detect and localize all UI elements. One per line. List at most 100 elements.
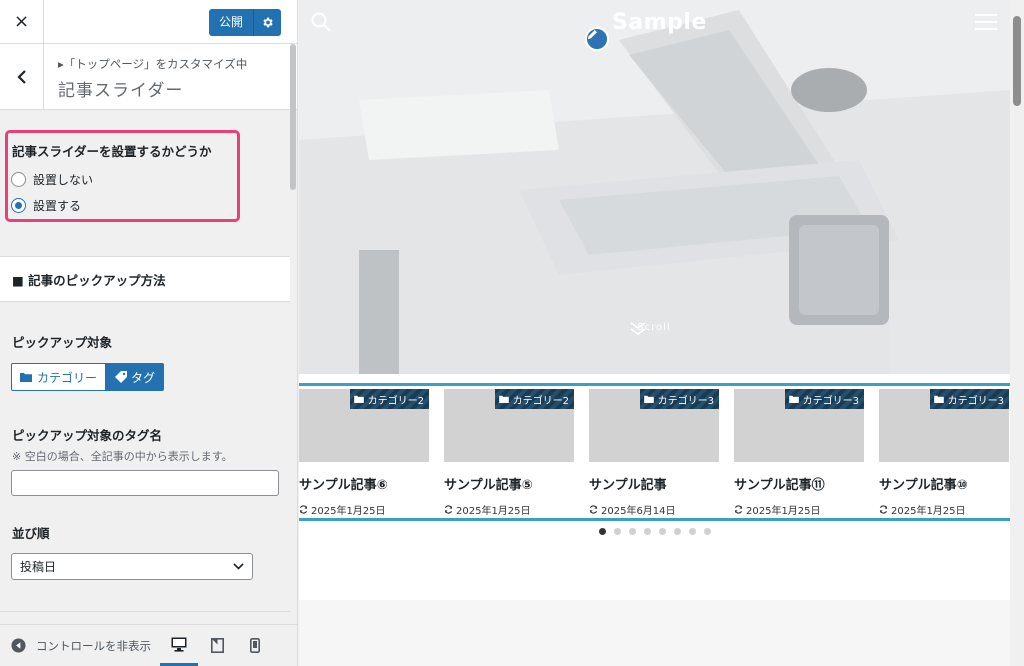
category-badge[interactable]: カテゴリー2 bbox=[494, 389, 574, 409]
hero-photo bbox=[299, 0, 1010, 374]
card-thumbnail[interactable]: カテゴリー3 bbox=[879, 389, 1009, 462]
arrow-left-circle-icon bbox=[11, 638, 26, 653]
toggle-category-button[interactable]: カテゴリー bbox=[11, 363, 107, 391]
window-scrollbar-thumb[interactable] bbox=[1013, 16, 1021, 106]
tag-name-note: ※ 空白の場合、全記事の中から表示します。 bbox=[12, 450, 233, 463]
folder-icon bbox=[788, 395, 799, 403]
double-chevron-down-icon bbox=[630, 322, 646, 335]
pencil-icon bbox=[587, 30, 597, 40]
card-title[interactable]: サンプル記事 bbox=[589, 474, 719, 493]
close-button[interactable]: × bbox=[0, 0, 44, 44]
refresh-icon bbox=[299, 505, 308, 514]
category-badge[interactable]: カテゴリー2 bbox=[349, 389, 429, 409]
hide-controls-button[interactable]: コントロールを非表示 bbox=[0, 638, 160, 654]
gear-icon bbox=[263, 17, 273, 28]
pagination-dot[interactable] bbox=[629, 528, 636, 535]
order-label: 並び順 bbox=[12, 526, 50, 541]
site-preview: Sample Scroll カテゴリー2 サンプル記事⑥ 2025年1月25日 bbox=[299, 0, 1010, 666]
section-divider-wave bbox=[299, 600, 1010, 666]
pickup-target-toggle: カテゴリー タグ bbox=[11, 363, 165, 391]
mobile-icon bbox=[250, 638, 260, 653]
window-scrollbar[interactable] bbox=[1010, 0, 1024, 666]
slider-card[interactable]: カテゴリー3 サンプル記事⑪ 2025年1月25日 bbox=[734, 389, 864, 517]
section-header: ▸「トップページ」をカスタマイズ中 記事スライダー bbox=[0, 44, 297, 110]
card-thumbnail[interactable]: カテゴリー3 bbox=[734, 389, 864, 462]
refresh-icon bbox=[589, 505, 598, 514]
category-badge[interactable]: カテゴリー3 bbox=[784, 389, 864, 409]
card-date: 2025年1月25日 bbox=[734, 502, 864, 517]
order-select-value: 投稿日 bbox=[20, 560, 57, 574]
card-thumbnail[interactable]: カテゴリー3 bbox=[589, 389, 719, 462]
publish-button[interactable]: 公開 bbox=[208, 9, 253, 36]
tablet-icon bbox=[210, 638, 224, 653]
card-title[interactable]: サンプル記事⑤ bbox=[444, 474, 574, 493]
slider-question-label: 記事スライダーを設置するかどうか bbox=[12, 144, 212, 159]
chevron-left-icon bbox=[16, 69, 26, 84]
card-date: 2025年1月25日 bbox=[444, 502, 574, 517]
preview-mobile-button[interactable] bbox=[236, 625, 274, 666]
scroll-indicator[interactable]: Scroll bbox=[629, 322, 679, 335]
pagination-dot[interactable] bbox=[614, 528, 621, 535]
tag-name-input[interactable] bbox=[11, 470, 279, 496]
search-icon bbox=[311, 12, 331, 32]
customizer-header: × 公開 bbox=[0, 0, 297, 44]
slider-card[interactable]: カテゴリー2 サンプル記事⑤ 2025年1月25日 bbox=[444, 389, 574, 517]
site-title[interactable]: Sample bbox=[612, 10, 707, 35]
category-badge[interactable]: カテゴリー3 bbox=[929, 389, 1009, 409]
section-title: 記事スライダー bbox=[58, 81, 184, 101]
pickup-target-label: ピックアップ対象 bbox=[12, 335, 113, 350]
card-thumbnail[interactable]: カテゴリー2 bbox=[444, 389, 574, 462]
refresh-icon bbox=[734, 505, 743, 514]
tag-name-label: ピックアップ対象のタグ名 bbox=[12, 428, 163, 443]
publish-settings-button[interactable] bbox=[253, 9, 281, 36]
category-badge[interactable]: カテゴリー3 bbox=[639, 389, 719, 409]
close-icon: × bbox=[13, 11, 30, 32]
toggle-tag-button[interactable]: タグ bbox=[106, 363, 165, 391]
customizer-footer: コントロールを非表示 bbox=[0, 624, 297, 666]
preview-desktop-button[interactable] bbox=[160, 625, 198, 666]
back-button[interactable] bbox=[0, 44, 44, 109]
radio-button[interactable] bbox=[11, 172, 26, 187]
card-title[interactable]: サンプル記事⑪ bbox=[734, 474, 864, 493]
publish-group: 公開 bbox=[208, 9, 281, 36]
refresh-icon bbox=[444, 505, 453, 514]
radio-button-checked[interactable] bbox=[11, 198, 26, 213]
card-title[interactable]: サンプル記事⑥ bbox=[299, 474, 429, 493]
divider bbox=[0, 611, 290, 612]
card-date: 2025年1月25日 bbox=[879, 502, 1009, 517]
folder-icon bbox=[498, 395, 509, 403]
pagination-dot[interactable] bbox=[644, 528, 651, 535]
refresh-icon bbox=[879, 505, 888, 514]
pagination-dot[interactable] bbox=[674, 528, 681, 535]
tag-icon bbox=[115, 371, 128, 383]
chevron-down-icon bbox=[233, 563, 244, 570]
hero-image: Sample Scroll bbox=[299, 0, 1010, 374]
hamburger-icon bbox=[975, 14, 997, 30]
radio-label: 設置しない bbox=[33, 173, 94, 187]
preview-tablet-button[interactable] bbox=[198, 625, 236, 666]
radio-label: 設置する bbox=[33, 199, 82, 213]
radio-show-slider[interactable]: 設置する bbox=[11, 197, 81, 214]
slider-pagination bbox=[599, 528, 719, 535]
folder-icon bbox=[353, 395, 364, 403]
desktop-icon bbox=[171, 637, 187, 652]
slider-card[interactable]: カテゴリー3 サンプル記事 2025年6月14日 bbox=[589, 389, 719, 517]
pagination-dot[interactable] bbox=[659, 528, 666, 535]
slider-card[interactable]: カテゴリー2 サンプル記事⑥ 2025年1月25日 bbox=[299, 389, 429, 517]
card-date: 2025年6月14日 bbox=[589, 502, 719, 517]
panel-scrollbar[interactable] bbox=[290, 44, 296, 190]
card-date: 2025年1月25日 bbox=[299, 502, 429, 517]
edit-shortcut-button[interactable] bbox=[585, 27, 609, 51]
folder-icon bbox=[20, 373, 32, 382]
pagination-dot[interactable] bbox=[599, 528, 606, 535]
pagination-dot[interactable] bbox=[704, 528, 711, 535]
folder-icon bbox=[643, 395, 654, 403]
card-thumbnail[interactable]: カテゴリー2 bbox=[299, 389, 429, 462]
pagination-dot[interactable] bbox=[689, 528, 696, 535]
pickup-section-title: ■ 記事のピックアップ方法 bbox=[0, 256, 290, 302]
card-title[interactable]: サンプル記事⑩ bbox=[879, 474, 1009, 493]
slider-card[interactable]: カテゴリー3 サンプル記事⑩ 2025年1月25日 bbox=[879, 389, 1009, 517]
radio-no-slider[interactable]: 設置しない bbox=[11, 171, 93, 188]
order-select[interactable]: 投稿日 bbox=[11, 553, 253, 580]
folder-icon bbox=[933, 395, 944, 403]
